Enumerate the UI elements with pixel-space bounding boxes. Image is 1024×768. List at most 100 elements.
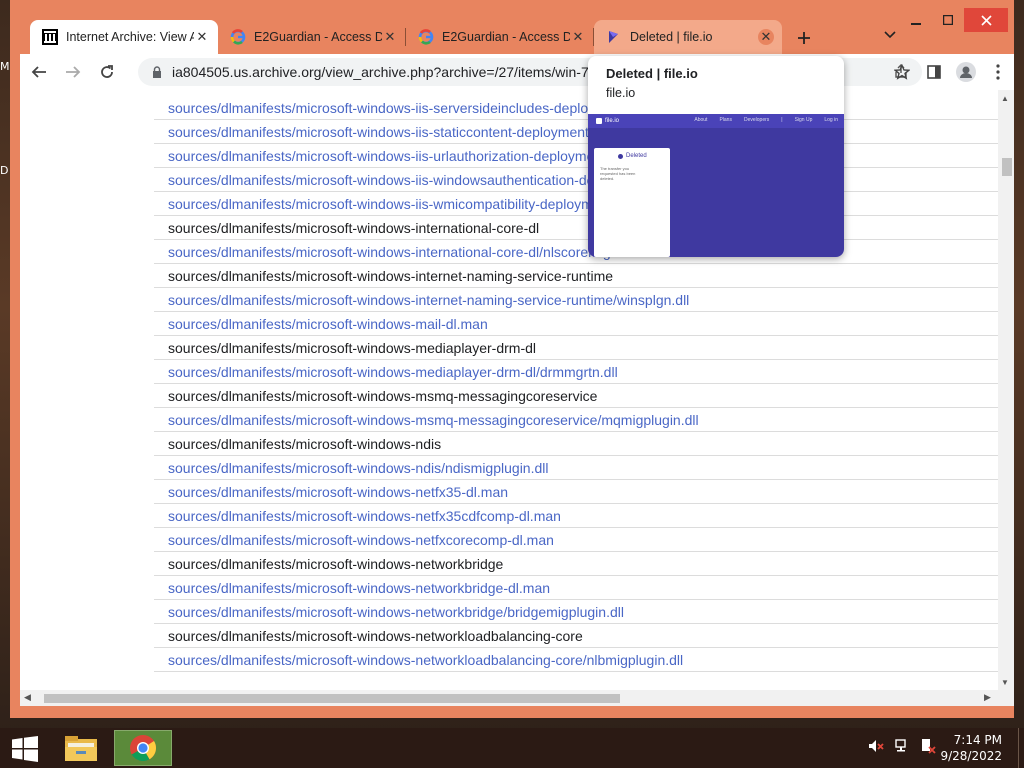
minimize-icon [911, 23, 921, 25]
preview-card-body: The transfer you requested has been dele… [600, 166, 636, 181]
file-link-row[interactable]: sources/dlmanifests/microsoft-windows-ii… [154, 120, 999, 144]
desktop-fragment: M [0, 60, 10, 73]
scroll-right-icon[interactable]: ▶ [984, 692, 991, 703]
folder-icon [65, 736, 97, 761]
file-link-row[interactable]: sources/dlmanifests/microsoft-windows-ne… [154, 504, 999, 528]
horizontal-scroll-thumb[interactable] [44, 694, 620, 703]
file-link-row[interactable]: sources/dlmanifests/microsoft-windows-ma… [154, 312, 999, 336]
desktop-fragment: D [0, 164, 9, 177]
kebab-menu-icon [996, 64, 1000, 80]
file-link-row[interactable]: sources/dlmanifests/microsoft-windows-ne… [154, 648, 999, 672]
preview-nav-item: Sign Up [794, 117, 813, 123]
chevron-down-icon [884, 31, 896, 39]
google-icon [230, 29, 246, 45]
start-button[interactable] [12, 736, 38, 762]
file-link-row[interactable]: sources/dlmanifests/microsoft-windows-ne… [154, 528, 999, 552]
url-text: ia804505.us.archive.org/view_archive.php… [172, 64, 606, 80]
close-tab-icon[interactable]: ✕ [758, 29, 774, 45]
hover-card-domain: file.io [606, 86, 636, 100]
action-center-icon[interactable] [920, 738, 936, 754]
preview-logo: file.io [596, 118, 619, 124]
minimize-button[interactable] [900, 8, 932, 32]
side-panel-button[interactable] [918, 56, 950, 88]
file-io-logo-icon [596, 118, 602, 124]
file-link-row[interactable]: sources/dlmanifests/microsoft-windows-in… [154, 240, 999, 264]
back-button[interactable] [24, 57, 54, 87]
tab-e2guardian-2[interactable]: E2Guardian - Access De ✕ [406, 20, 594, 54]
tab-internet-archive[interactable]: Internet Archive: View A ✕ [30, 20, 218, 54]
forward-button[interactable] [58, 57, 88, 87]
system-clock[interactable]: 7:14 PM 9/28/2022 [940, 732, 1002, 764]
scroll-down-icon[interactable]: ▼ [1001, 678, 1009, 687]
folder-row: sources/dlmanifests/microsoft-windows-ne… [154, 552, 999, 576]
preview-nav-item: Log in [824, 117, 838, 123]
new-tab-button[interactable] [788, 22, 820, 54]
file-link-row[interactable]: sources/dlmanifests/microsoft-windows-ms… [154, 408, 999, 432]
close-tab-icon[interactable]: ✕ [382, 29, 398, 45]
folder-row: sources/dlmanifests/microsoft-windows-ne… [154, 624, 999, 648]
taskbar: 7:14 PM 9/28/2022 [0, 728, 1024, 768]
windows-logo-icon [12, 736, 38, 762]
avatar-icon [956, 62, 976, 82]
preview-header: file.io About Plans Developers | Sign Up… [588, 114, 844, 128]
file-link-row[interactable]: sources/dlmanifests/microsoft-windows-ne… [154, 600, 999, 624]
tab-title: E2Guardian - Access De [254, 30, 382, 44]
preview-logo-text: file.io [605, 118, 620, 124]
close-tab-icon[interactable]: ✕ [570, 29, 586, 45]
tab-search-button[interactable] [884, 26, 896, 42]
file-io-icon [606, 29, 622, 45]
google-icon [418, 29, 434, 45]
folder-row: sources/dlmanifests/microsoft-windows-me… [154, 336, 999, 360]
page-content: sources/dlmanifests/microsoft-windows-ii… [20, 90, 1014, 706]
tab-title: Internet Archive: View A [66, 30, 194, 44]
preview-nav-item: Plans [719, 117, 732, 123]
vertical-scrollbar[interactable]: ▲ ▼ [998, 90, 1014, 690]
clock-date: 9/28/2022 [940, 749, 1002, 763]
archive-icon [42, 29, 58, 45]
page-preview-thumbnail: file.io About Plans Developers | Sign Up… [588, 114, 844, 257]
profile-button[interactable] [950, 56, 982, 88]
toolbar: ia804505.us.archive.org/view_archive.php… [20, 54, 1014, 90]
reload-icon [101, 65, 113, 78]
file-link-row[interactable]: sources/dlmanifests/microsoft-windows-nd… [154, 456, 999, 480]
taskbar-file-explorer[interactable] [58, 730, 104, 766]
show-desktop-button[interactable] [1018, 728, 1024, 768]
volume-muted-icon[interactable] [868, 738, 884, 754]
preview-nav: About Plans Developers | Sign Up Log in [694, 117, 838, 123]
file-link-row[interactable]: sources/dlmanifests/microsoft-windows-ii… [154, 144, 999, 168]
arrow-right-icon [66, 66, 81, 78]
file-link-row[interactable]: sources/dlmanifests/microsoft-windows-ii… [154, 168, 999, 192]
file-link-row[interactable]: sources/dlmanifests/microsoft-windows-me… [154, 360, 999, 384]
taskbar-chrome[interactable] [114, 730, 172, 766]
folder-row: sources/dlmanifests/microsoft-windows-in… [154, 264, 999, 288]
network-icon[interactable] [894, 738, 910, 754]
tab-e2guardian-1[interactable]: E2Guardian - Access De ✕ [218, 20, 406, 54]
tab-title: Deleted | file.io [630, 30, 713, 44]
maximize-icon [943, 15, 953, 25]
tab-file-io[interactable]: Deleted | file.io ✕ [594, 20, 782, 54]
file-link-row[interactable]: sources/dlmanifests/microsoft-windows-in… [154, 288, 999, 312]
file-link-row[interactable]: sources/dlmanifests/microsoft-windows-ii… [154, 192, 999, 216]
file-link-row[interactable]: sources/dlmanifests/microsoft-windows-ii… [154, 96, 999, 120]
menu-button[interactable] [982, 56, 1014, 88]
tab-title: E2Guardian - Access De [442, 30, 570, 44]
scroll-left-icon[interactable]: ◀ [24, 692, 31, 703]
reload-button[interactable] [92, 57, 122, 87]
archive-file-list: sources/dlmanifests/microsoft-windows-ii… [154, 96, 999, 672]
preview-card-heading-text: Deleted [626, 153, 647, 159]
folder-row: sources/dlmanifests/microsoft-windows-in… [154, 216, 999, 240]
horizontal-scrollbar[interactable]: ◀ ▶ [20, 690, 1014, 706]
vertical-scroll-thumb[interactable] [1002, 158, 1012, 176]
toolbar-actions [886, 54, 1014, 90]
file-link-row[interactable]: sources/dlmanifests/microsoft-windows-ne… [154, 480, 999, 504]
file-link-row[interactable]: sources/dlmanifests/microsoft-windows-ne… [154, 576, 999, 600]
maximize-button[interactable] [932, 8, 964, 32]
bookmark-star-button[interactable] [886, 56, 918, 88]
close-tab-icon[interactable]: ✕ [194, 29, 210, 45]
side-panel-icon [927, 65, 941, 79]
clock-time: 7:14 PM [953, 733, 1002, 747]
scroll-up-icon[interactable]: ▲ [1001, 94, 1009, 103]
close-window-button[interactable] [964, 8, 1008, 32]
preview-nav-item: Developers [743, 117, 770, 123]
preview-nav-item: | [781, 117, 783, 123]
